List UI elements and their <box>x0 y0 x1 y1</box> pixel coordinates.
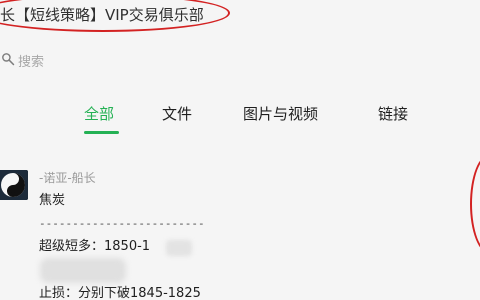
title-red-highlight <box>0 0 230 32</box>
active-tab-indicator <box>84 131 119 134</box>
message-sender: -诺亚-船长 <box>39 171 96 185</box>
message-line: 超级短多：1850-1 <box>39 239 151 254</box>
message-line: 止损：分别下破1845-1825 <box>39 286 201 300</box>
filter-tabs: 全部 文件 图片与视频 链接 <box>0 103 480 137</box>
chat-file-search-window: 长【短线策略】VIP交易俱乐部 全部 文件 图片与视频 链接 -诺亚-船长 焦炭… <box>0 0 480 300</box>
tab-all[interactable]: 全部 <box>84 103 114 125</box>
blurred-redaction <box>166 240 192 256</box>
message-divider-line: ------------------------- <box>39 217 205 230</box>
tab-links[interactable]: 链接 <box>378 103 408 125</box>
blurred-redaction <box>40 258 126 283</box>
search-input[interactable] <box>18 51 458 73</box>
chat-message[interactable]: -诺亚-船长 焦炭 ------------------------- 超级短多… <box>0 168 480 300</box>
search-icon <box>2 53 15 66</box>
tab-files[interactable]: 文件 <box>162 103 192 125</box>
search-bar[interactable] <box>0 51 480 73</box>
title-bar: 长【短线策略】VIP交易俱乐部 <box>0 0 480 38</box>
tab-images-videos[interactable]: 图片与视频 <box>243 103 318 125</box>
yin-yang-avatar-icon[interactable] <box>0 170 28 200</box>
message-line: 焦炭 <box>39 193 66 208</box>
